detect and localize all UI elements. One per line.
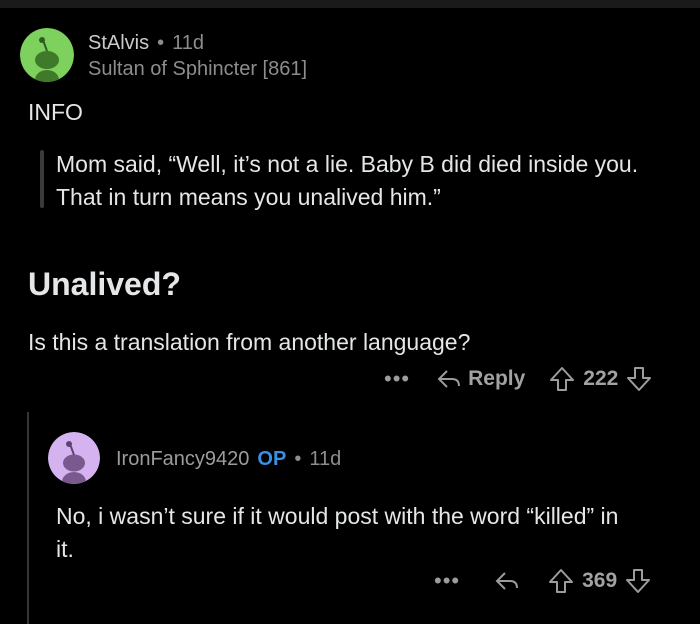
reply-button[interactable]: Reply: [436, 367, 525, 391]
downvote-button[interactable]: [625, 568, 651, 594]
reddit-snoo-icon: [48, 432, 100, 484]
comment-author: IronFancy9420 OP • 11d: [116, 448, 341, 471]
comment-line-info: INFO: [28, 99, 83, 125]
comment-heading: Unalived?: [28, 266, 181, 302]
username-link[interactable]: IronFancy9420: [116, 448, 249, 470]
reply-arrow-icon: [495, 572, 519, 590]
comment-actions: ••• Reply 222: [384, 366, 652, 392]
reply-label: Reply: [468, 367, 526, 390]
more-options-button[interactable]: •••: [434, 568, 460, 594]
downvote-arrow-icon: [626, 569, 651, 593]
separator-dot: •: [157, 32, 165, 54]
reddit-snoo-icon: [20, 28, 74, 82]
username-link[interactable]: StAlvis: [88, 32, 149, 54]
separator-dot: •: [294, 448, 302, 470]
upvote-arrow-icon: [550, 367, 575, 391]
reply-arrow-icon: [437, 370, 461, 388]
user-flair: Sultan of Sphincter [861]: [88, 58, 308, 80]
vote-count: 222: [583, 367, 619, 390]
comment-author: StAlvis • 11d: [88, 32, 204, 55]
comment-age: 11d: [309, 448, 342, 470]
top-bar: [0, 0, 700, 8]
avatar[interactable]: [48, 432, 100, 484]
downvote-arrow-icon: [627, 367, 652, 391]
vote-count: 369: [582, 569, 618, 592]
more-options-button[interactable]: •••: [384, 366, 410, 392]
comment-text: No, i wasn’t sure if it would post with …: [56, 503, 619, 562]
upvote-button[interactable]: [548, 568, 574, 594]
thread-collapse-line[interactable]: [27, 412, 29, 624]
downvote-button[interactable]: [626, 366, 652, 392]
upvote-arrow-icon: [549, 569, 574, 593]
op-badge: OP: [257, 448, 287, 470]
comment-quote: Mom said, “Well, it’s not a lie. Baby B …: [56, 151, 639, 210]
reply-button[interactable]: [494, 570, 520, 592]
comment-question: Is this a translation from another langu…: [28, 329, 471, 355]
upvote-button[interactable]: [549, 366, 575, 392]
quote-bar: [40, 150, 44, 208]
comment-age: 11d: [172, 32, 205, 54]
comment-actions: ••• 369: [434, 568, 651, 594]
avatar[interactable]: [20, 28, 74, 82]
